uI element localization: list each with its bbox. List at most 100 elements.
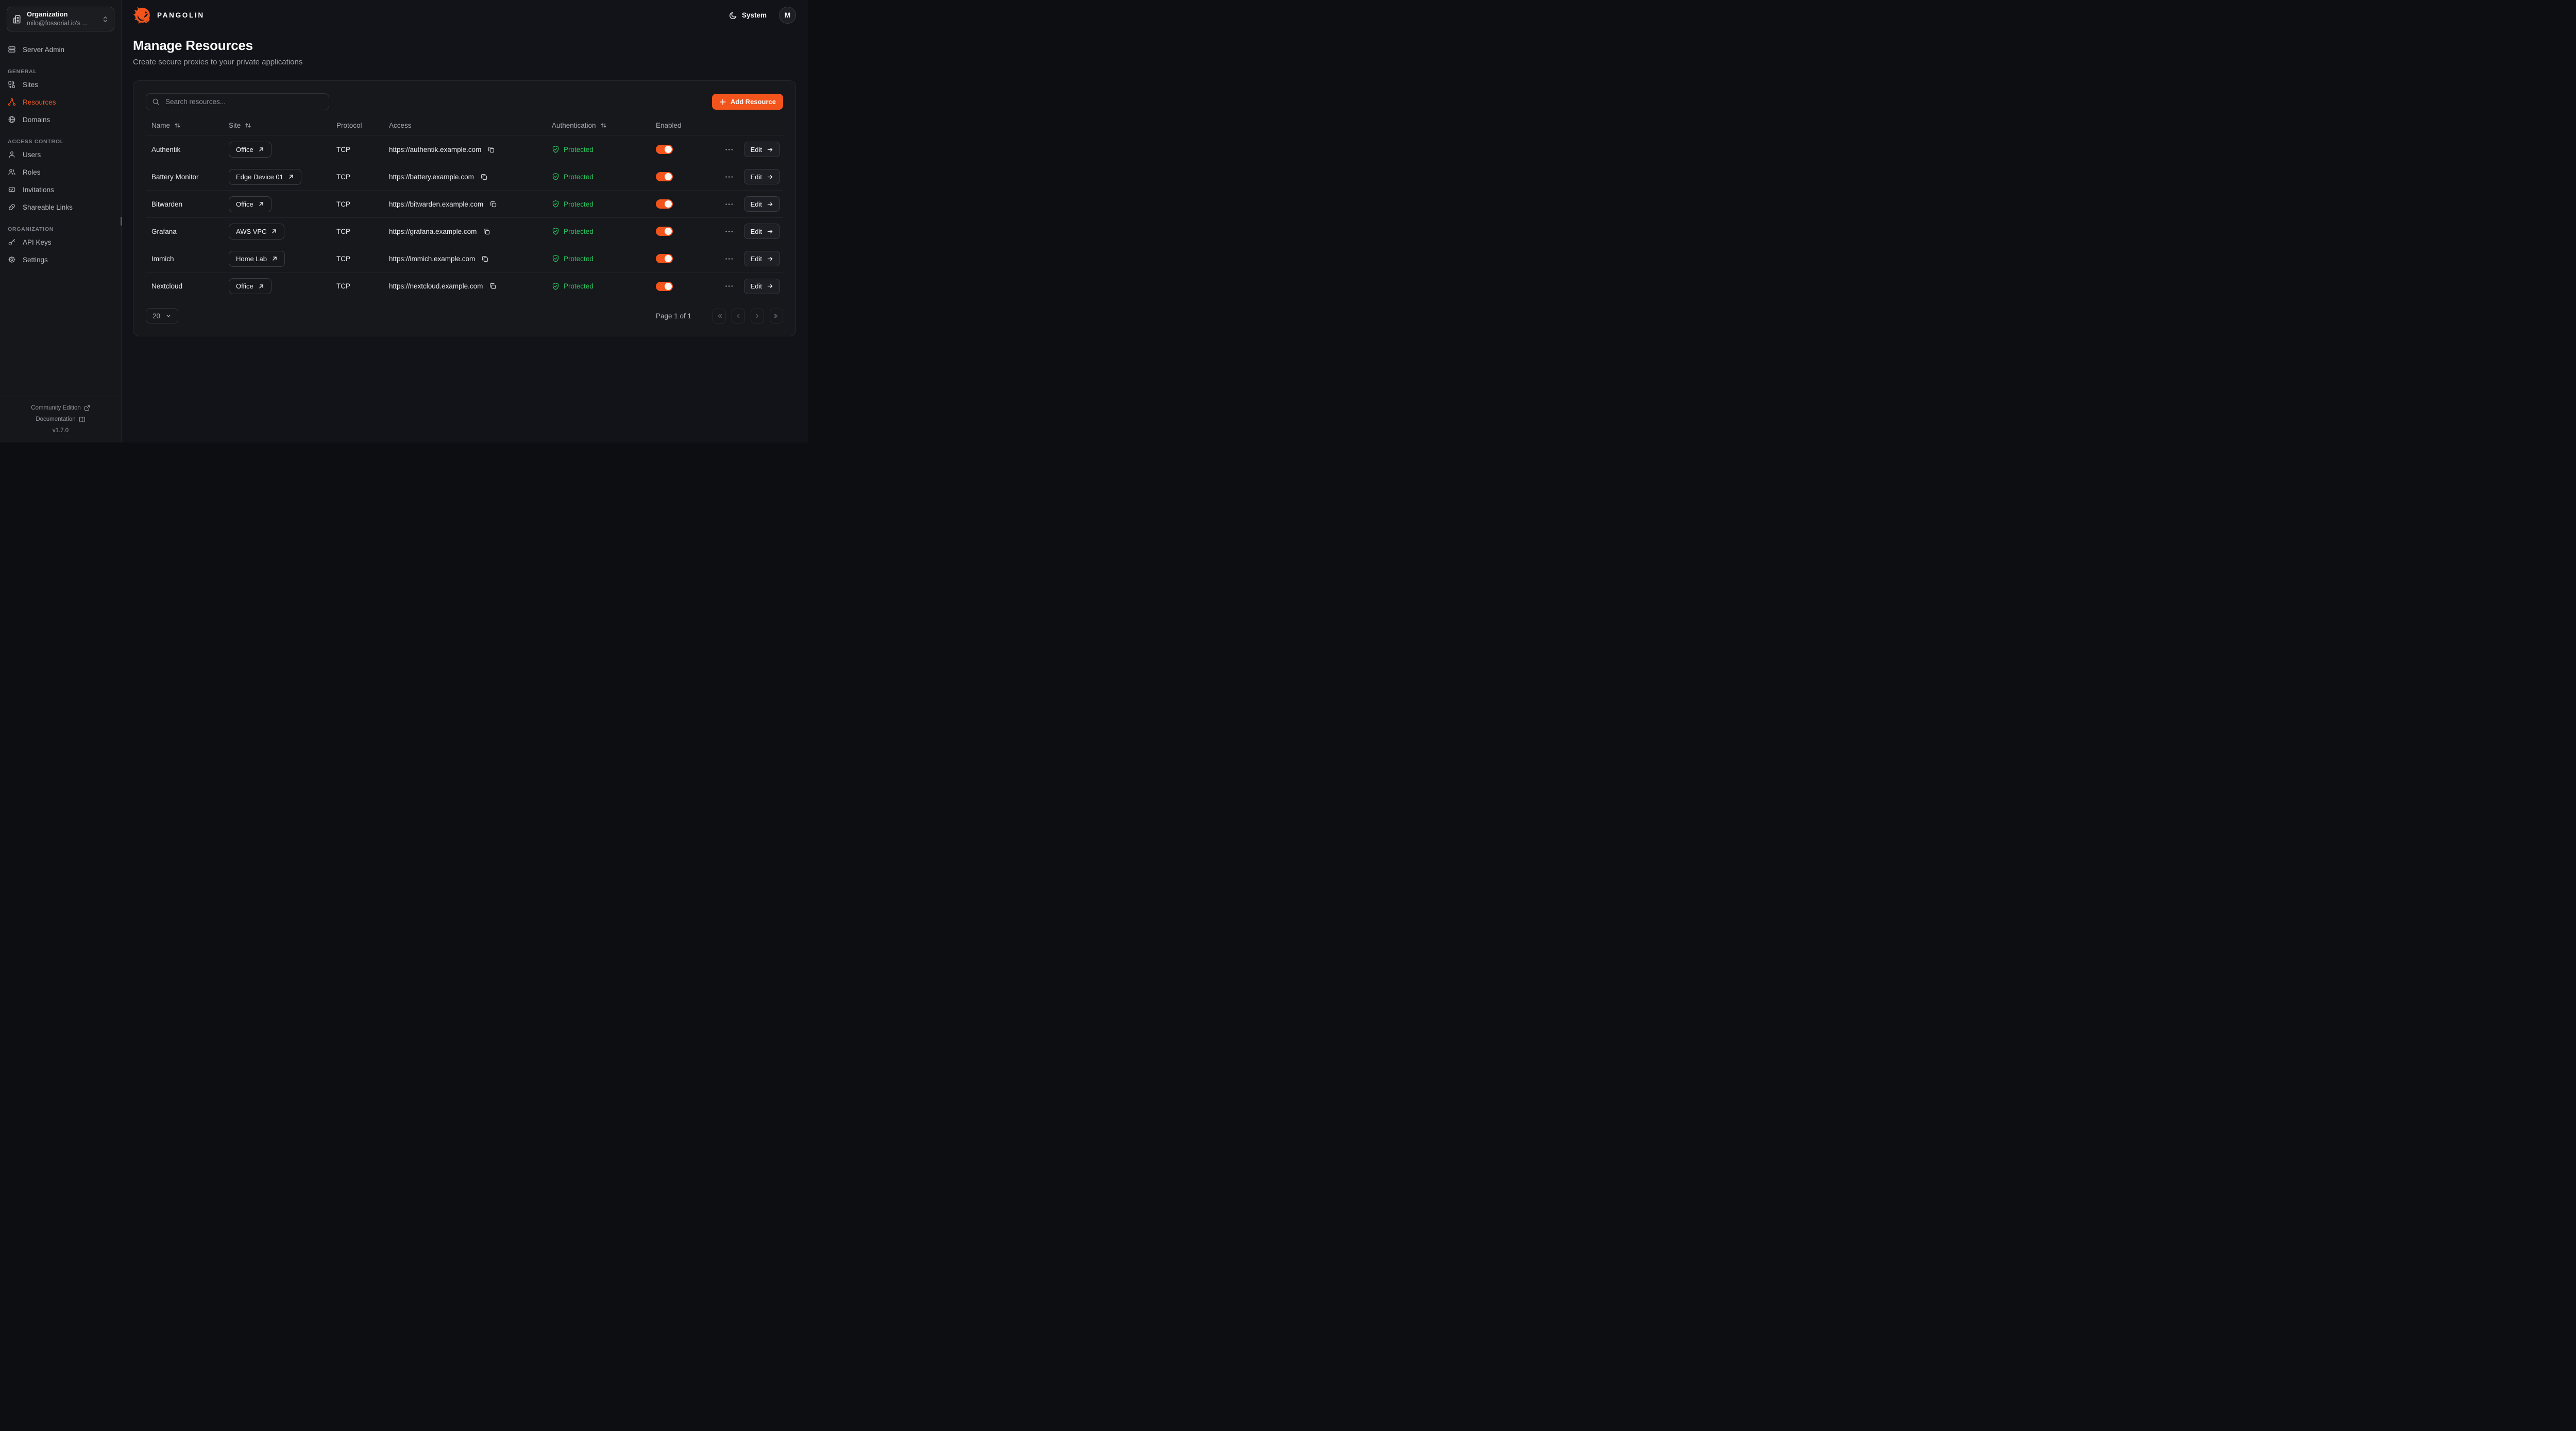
shield-check-icon — [552, 173, 560, 181]
copy-url-button[interactable] — [489, 282, 497, 290]
site-link-button[interactable]: Office — [229, 196, 272, 212]
edit-button[interactable]: Edit — [744, 251, 780, 266]
resource-protocol: TCP — [336, 255, 389, 263]
row-menu-button[interactable]: ⋯ — [725, 200, 734, 209]
sidebar-resize-handle[interactable] — [121, 217, 122, 226]
sidebar-item-sites[interactable]: Sites — [0, 76, 121, 93]
site-link-button[interactable]: Home Lab — [229, 251, 285, 267]
sidebar-item-label: Settings — [23, 256, 48, 264]
shield-check-icon — [552, 200, 560, 208]
building-icon — [12, 14, 22, 24]
copy-icon — [487, 146, 495, 154]
pangolin-logo-icon — [133, 6, 152, 25]
resource-url: https://authentik.example.com — [389, 146, 481, 154]
resource-protocol: TCP — [336, 282, 389, 290]
copy-url-button[interactable] — [487, 146, 495, 154]
copy-url-button[interactable] — [483, 228, 490, 235]
last-page-button[interactable] — [770, 309, 783, 323]
sidebar-item-invitations[interactable]: Invitations — [0, 181, 121, 198]
gear-icon — [8, 255, 16, 264]
row-menu-button[interactable]: ⋯ — [725, 227, 734, 236]
edit-button[interactable]: Edit — [744, 224, 780, 239]
search-icon — [152, 98, 160, 106]
site-link-button[interactable]: Edge Device 01 — [229, 169, 301, 185]
sidebar-item-settings[interactable]: Settings — [0, 251, 121, 268]
sidebar-item-users[interactable]: Users — [0, 146, 121, 163]
resource-name: Battery Monitor — [146, 173, 229, 181]
previous-page-button[interactable] — [732, 309, 745, 323]
resource-name: Bitwarden — [146, 200, 229, 208]
enabled-toggle[interactable] — [656, 254, 673, 263]
documentation-label: Documentation — [36, 414, 75, 425]
column-header-enabled: Enabled — [656, 122, 713, 129]
resource-url: https://immich.example.com — [389, 255, 475, 263]
site-name: AWS VPC — [236, 228, 266, 235]
column-header-authentication[interactable]: Authentication — [552, 122, 656, 129]
column-header-name[interactable]: Name — [146, 122, 229, 129]
edit-button[interactable]: Edit — [744, 169, 780, 184]
shield-check-icon — [552, 227, 560, 235]
sidebar-item-label: Users — [23, 151, 41, 159]
table-row: Battery Monitor Edge Device 01 TCP https… — [146, 163, 783, 191]
search-box — [146, 93, 329, 110]
table-row: Authentik Office TCP https://authentik.e… — [146, 136, 783, 163]
chevron-down-icon — [165, 313, 172, 319]
resources-card: Add Resource Name Site Protocol — [133, 80, 796, 336]
version-label: v1.7.0 — [0, 425, 121, 436]
theme-toggle[interactable]: System — [729, 11, 767, 20]
row-menu-button[interactable]: ⋯ — [725, 254, 734, 263]
community-edition-link[interactable]: Community Edition — [0, 402, 121, 414]
avatar-initial: M — [785, 11, 790, 19]
arrow-right-icon — [767, 283, 773, 289]
edit-button[interactable]: Edit — [744, 279, 780, 294]
search-input[interactable] — [164, 97, 323, 106]
site-link-button[interactable]: Office — [229, 142, 272, 158]
site-link-button[interactable]: Office — [229, 278, 272, 294]
enabled-toggle[interactable] — [656, 145, 673, 154]
resource-protocol: TCP — [336, 200, 389, 208]
arrow-right-icon — [767, 174, 773, 180]
sidebar-item-domains[interactable]: Domains — [0, 111, 121, 128]
copy-url-button[interactable] — [489, 200, 497, 208]
auth-status-badge: Protected — [552, 200, 656, 208]
edit-button[interactable]: Edit — [744, 196, 780, 212]
copy-url-button[interactable] — [480, 173, 488, 181]
resource-url: https://battery.example.com — [389, 173, 474, 181]
copy-url-button[interactable] — [481, 255, 489, 263]
first-page-button[interactable] — [713, 309, 726, 323]
page-size-select[interactable]: 20 — [146, 308, 178, 323]
row-menu-button[interactable]: ⋯ — [725, 173, 734, 181]
enabled-toggle[interactable] — [656, 172, 673, 181]
sidebar-item-resources[interactable]: Resources — [0, 93, 121, 111]
brand-logo[interactable]: PANGOLIN — [133, 6, 205, 25]
add-resource-button[interactable]: Add Resource — [712, 94, 783, 110]
edit-button[interactable]: Edit — [744, 142, 780, 157]
copy-icon — [489, 200, 497, 208]
chevron-right-icon — [754, 313, 760, 319]
column-header-site[interactable]: Site — [229, 122, 336, 129]
users-icon — [8, 168, 16, 176]
site-link-button[interactable]: AWS VPC — [229, 224, 284, 240]
resource-name: Grafana — [146, 228, 229, 235]
sidebar-item-server-admin[interactable]: Server Admin — [0, 41, 121, 58]
sidebar-item-roles[interactable]: Roles — [0, 163, 121, 181]
auth-status-label: Protected — [564, 200, 594, 208]
arrow-up-right-icon — [258, 201, 264, 207]
app-window: Organization milo@fossorial.io's ... Ser… — [0, 0, 808, 442]
resource-protocol: TCP — [336, 228, 389, 235]
next-page-button[interactable] — [751, 309, 764, 323]
site-name: Home Lab — [236, 255, 267, 263]
sidebar-item-shareable-links[interactable]: Shareable Links — [0, 198, 121, 216]
section-label-organization: ORGANIZATION — [8, 226, 113, 232]
enabled-toggle[interactable] — [656, 227, 673, 236]
sort-icon — [245, 122, 251, 129]
copy-icon — [483, 228, 490, 235]
enabled-toggle[interactable] — [656, 282, 673, 291]
sidebar-item-api-keys[interactable]: API Keys — [0, 233, 121, 251]
documentation-link[interactable]: Documentation — [0, 414, 121, 425]
org-selector[interactable]: Organization milo@fossorial.io's ... — [7, 7, 114, 31]
row-menu-button[interactable]: ⋯ — [725, 282, 734, 291]
enabled-toggle[interactable] — [656, 199, 673, 209]
row-menu-button[interactable]: ⋯ — [725, 145, 734, 154]
avatar[interactable]: M — [779, 7, 796, 24]
